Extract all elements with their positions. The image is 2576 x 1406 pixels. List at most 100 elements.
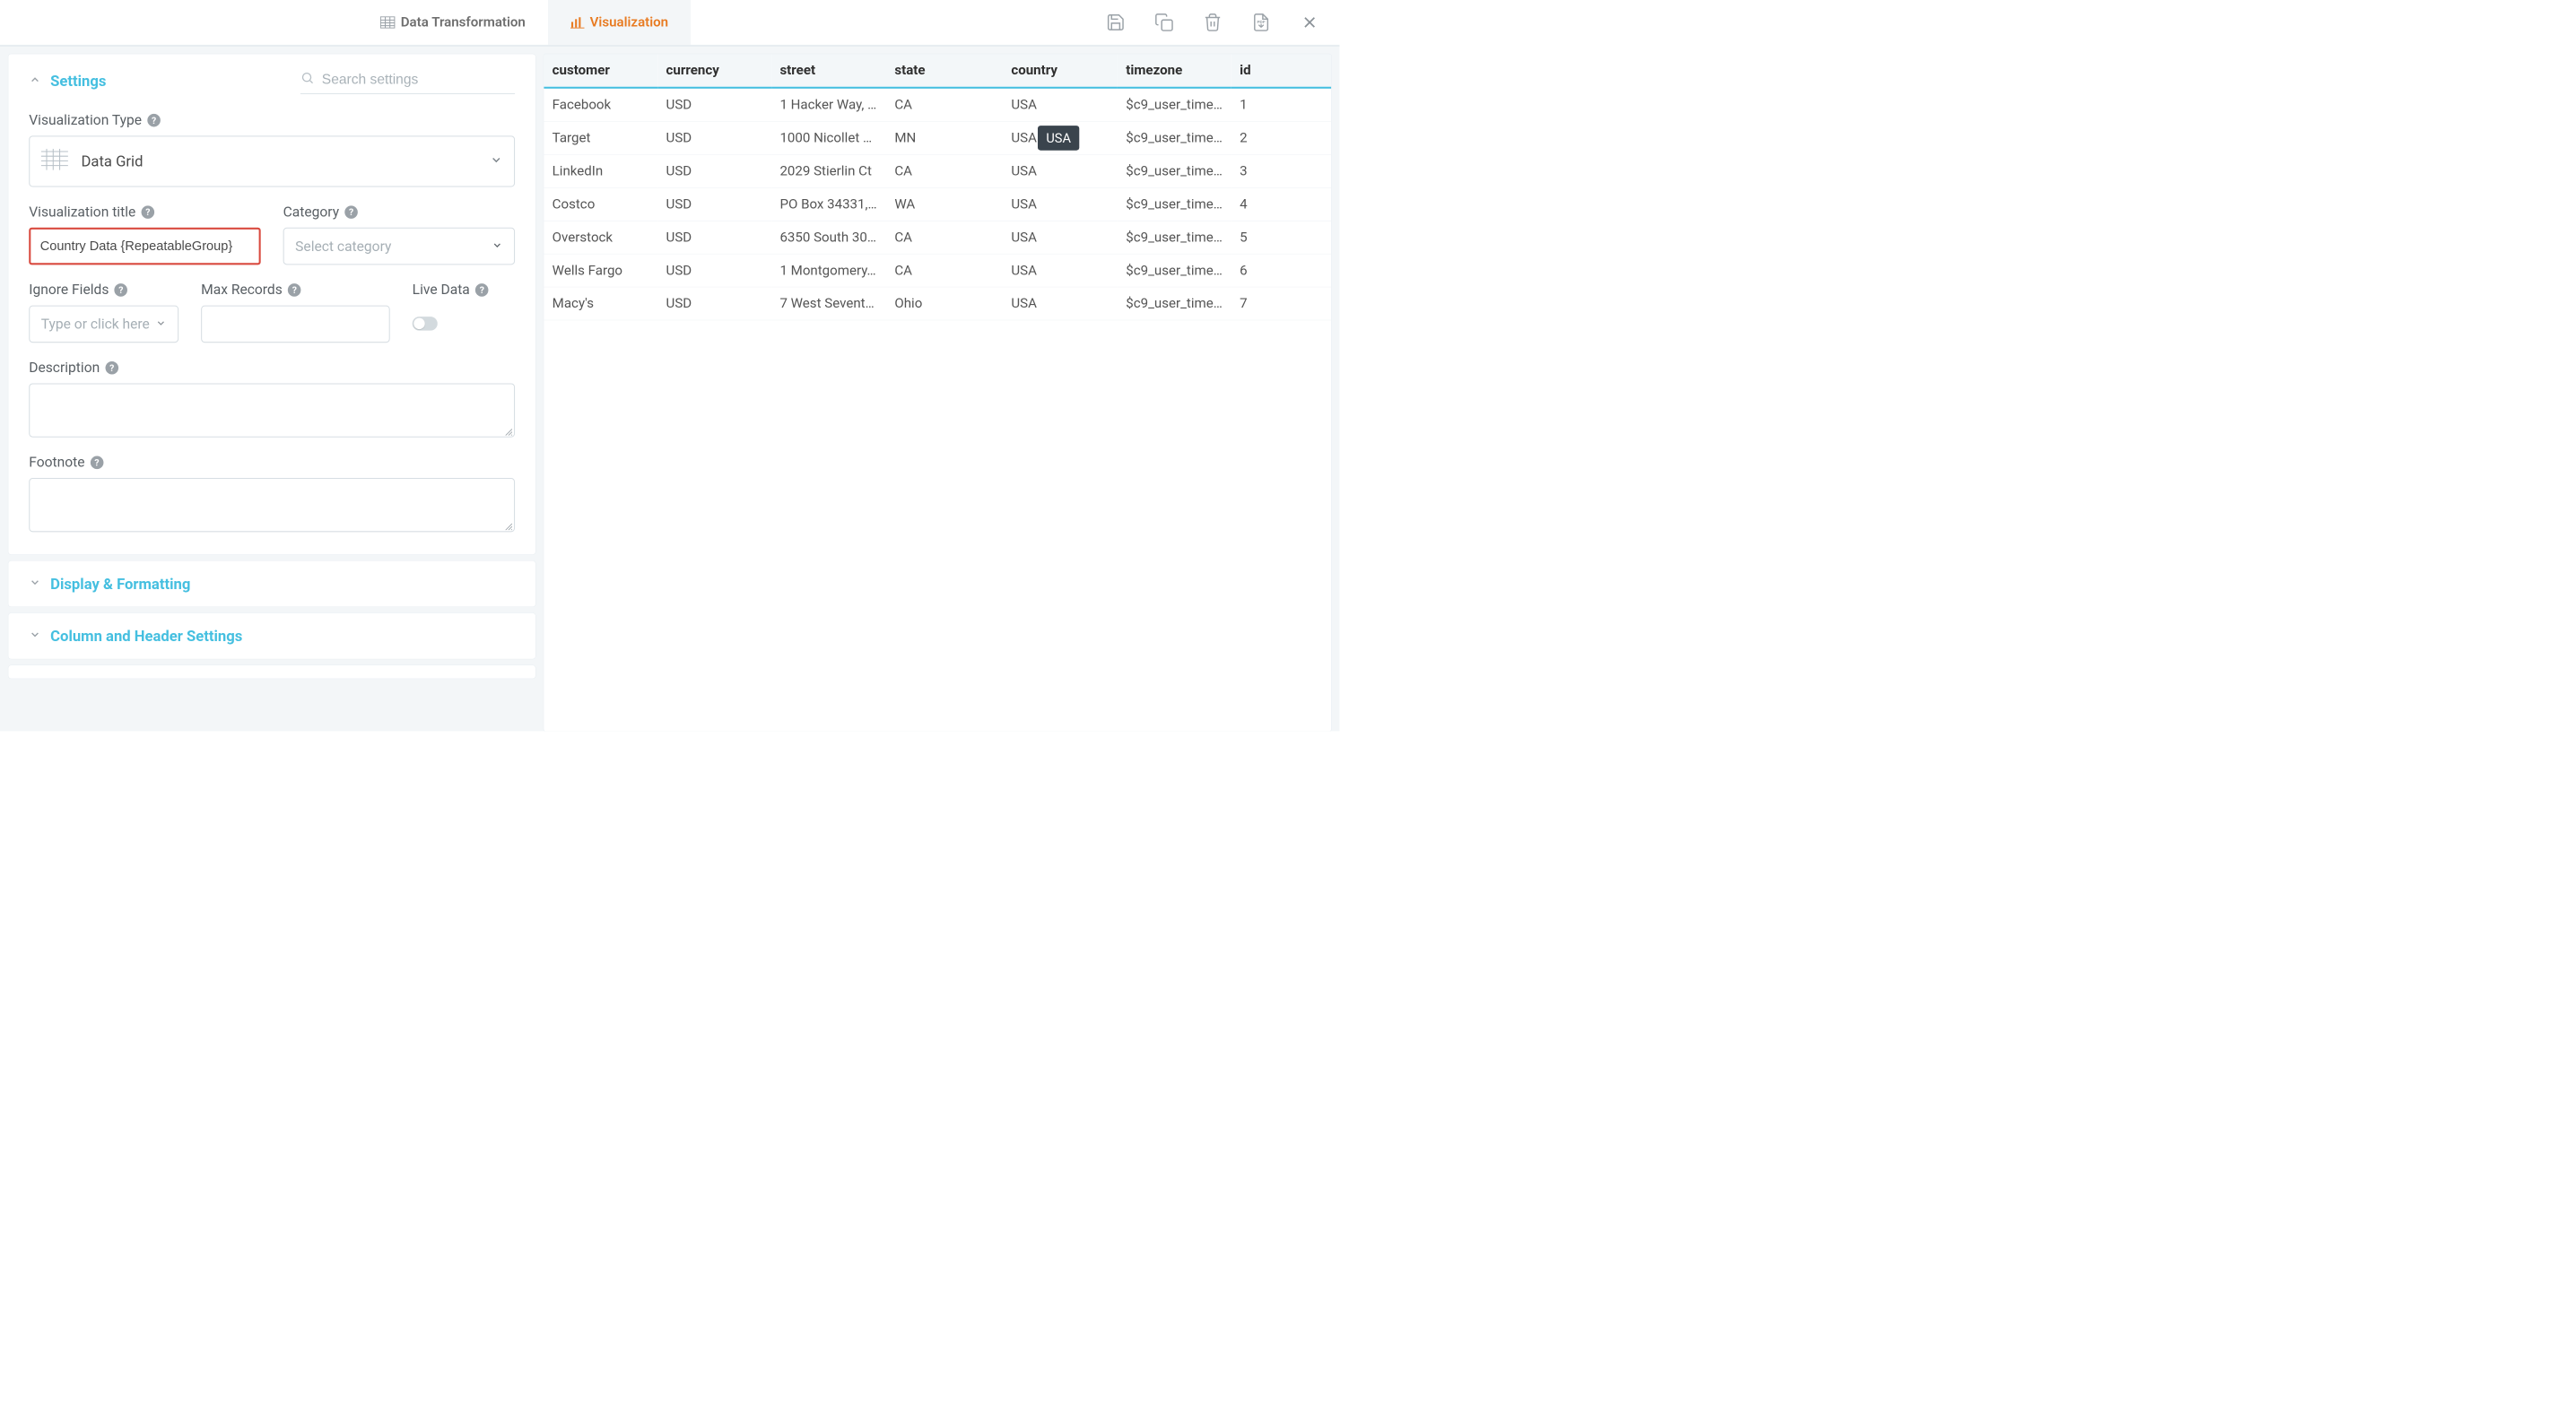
ignore-fields-select[interactable]: Type or click here (29, 306, 178, 343)
cell-state[interactable]: Ohio (886, 287, 1003, 320)
export-pdf-icon[interactable]: PDF (1250, 11, 1273, 33)
cell-state[interactable]: CA (886, 221, 1003, 254)
cell-timezone[interactable]: $c9_user_time… (1118, 187, 1231, 221)
cell-customer[interactable]: Macy's (544, 287, 657, 320)
cell-timezone[interactable]: $c9_user_time… (1118, 121, 1231, 154)
visualization-type-select[interactable]: Data Grid (29, 135, 515, 187)
cell-street[interactable]: 6350 South 30… (771, 221, 886, 254)
settings-search[interactable] (300, 68, 515, 94)
cell-street[interactable]: 1 Montgomery… (771, 254, 886, 287)
toggle-knob (413, 318, 424, 329)
cell-id[interactable]: 4 (1231, 187, 1331, 221)
cell-state[interactable]: CA (886, 88, 1003, 122)
cell-id[interactable]: 7 (1231, 287, 1331, 320)
cell-street[interactable]: 7 West Sevent… (771, 287, 886, 320)
cell-state[interactable]: CA (886, 154, 1003, 187)
cell-country[interactable]: USA (1003, 287, 1118, 320)
svg-text:PDF: PDF (1258, 20, 1266, 24)
cell-id[interactable]: 5 (1231, 221, 1331, 254)
table-row[interactable]: LinkedInUSD2029 Stierlin CtCAUSA$c9_user… (544, 154, 1331, 187)
cell-customer[interactable]: Target (544, 121, 657, 154)
cell-street[interactable]: 1 Hacker Way, … (771, 88, 886, 122)
help-icon[interactable]: ? (147, 114, 161, 127)
cell-currency[interactable]: USD (657, 287, 771, 320)
cell-country[interactable]: USA (1003, 254, 1118, 287)
settings-search-input[interactable] (322, 72, 515, 88)
col-header-state[interactable]: state (886, 54, 1003, 87)
cell-timezone[interactable]: $c9_user_time… (1118, 221, 1231, 254)
help-icon[interactable]: ? (91, 456, 104, 469)
cell-street[interactable]: 2029 Stierlin Ct (771, 154, 886, 187)
description-textarea[interactable] (29, 383, 515, 437)
search-icon (300, 71, 315, 89)
cell-timezone[interactable]: $c9_user_time… (1118, 88, 1231, 122)
help-icon[interactable]: ? (142, 205, 155, 219)
col-header-id[interactable]: id (1231, 54, 1331, 87)
cell-currency[interactable]: USD (657, 221, 771, 254)
cell-country[interactable]: USA (1003, 154, 1118, 187)
cell-state[interactable]: CA (886, 254, 1003, 287)
max-records-input[interactable] (201, 306, 390, 343)
category-select[interactable]: Select category (283, 228, 515, 265)
label-footnote: Footnote ? (29, 454, 515, 470)
cell-timezone[interactable]: $c9_user_time… (1118, 154, 1231, 187)
table-row[interactable]: FacebookUSD1 Hacker Way, …CAUSA$c9_user_… (544, 88, 1331, 122)
cell-timezone[interactable]: $c9_user_time… (1118, 287, 1231, 320)
cell-country[interactable]: USA (1003, 88, 1118, 122)
view-tabs: Data Transformation Visualization (358, 0, 691, 45)
col-header-currency[interactable]: currency (657, 54, 771, 87)
cell-customer[interactable]: Overstock (544, 221, 657, 254)
cell-state[interactable]: WA (886, 187, 1003, 221)
col-header-timezone[interactable]: timezone (1118, 54, 1231, 87)
save-icon[interactable] (1104, 11, 1127, 33)
cell-currency[interactable]: USD (657, 254, 771, 287)
cell-customer[interactable]: Wells Fargo (544, 254, 657, 287)
tab-visualization[interactable]: Visualization (548, 0, 691, 45)
cell-id[interactable]: 3 (1231, 154, 1331, 187)
tab-data-transformation[interactable]: Data Transformation (358, 0, 548, 45)
panel-settings-header[interactable]: Settings (8, 54, 535, 108)
cell-currency[interactable]: USD (657, 121, 771, 154)
cell-country[interactable]: USA (1003, 221, 1118, 254)
cell-street[interactable]: 1000 Nicollet … (771, 121, 886, 154)
col-header-country[interactable]: country (1003, 54, 1118, 87)
help-icon[interactable]: ? (115, 283, 128, 297)
cell-timezone[interactable]: $c9_user_time… (1118, 254, 1231, 287)
close-icon[interactable] (1299, 11, 1321, 33)
cell-id[interactable]: 2 (1231, 121, 1331, 154)
cell-customer[interactable]: Costco (544, 187, 657, 221)
help-icon[interactable]: ? (105, 361, 118, 375)
table-row[interactable]: Macy'sUSD7 West Sevent…OhioUSA$c9_user_t… (544, 287, 1331, 320)
table-row[interactable]: Wells FargoUSD1 Montgomery…CAUSA$c9_user… (544, 254, 1331, 287)
cell-currency[interactable]: USD (657, 88, 771, 122)
help-icon[interactable]: ? (475, 283, 489, 297)
tab-label: Data Transformation (401, 14, 526, 30)
cell-currency[interactable]: USD (657, 187, 771, 221)
cell-state[interactable]: MN (886, 121, 1003, 154)
help-icon[interactable]: ? (288, 283, 301, 297)
cell-country[interactable]: USA (1003, 187, 1118, 221)
trash-icon[interactable] (1202, 11, 1224, 33)
bar-chart-icon (570, 16, 585, 29)
cell-currency[interactable]: USD (657, 154, 771, 187)
live-data-toggle[interactable] (413, 317, 438, 331)
table-row[interactable]: OverstockUSD6350 South 30…CAUSA$c9_user_… (544, 221, 1331, 254)
topbar: Data Transformation Visualization PDF (0, 0, 1339, 47)
help-icon[interactable]: ? (344, 205, 358, 219)
cell-customer[interactable]: Facebook (544, 88, 657, 122)
copy-icon[interactable] (1153, 11, 1175, 33)
visualization-type-value: Data Grid (81, 152, 143, 170)
panel-display-formatting-header[interactable]: Display & Formatting (8, 561, 535, 607)
cell-id[interactable]: 1 (1231, 88, 1331, 122)
cell-id[interactable]: 6 (1231, 254, 1331, 287)
table-row[interactable]: TargetUSD1000 Nicollet …MNUSAUSA$c9_user… (544, 121, 1331, 154)
visualization-title-input[interactable] (29, 228, 260, 265)
cell-street[interactable]: PO Box 34331,… (771, 187, 886, 221)
cell-customer[interactable]: LinkedIn (544, 154, 657, 187)
col-header-customer[interactable]: customer (544, 54, 657, 87)
col-header-street[interactable]: street (771, 54, 886, 87)
cell-country[interactable]: USAUSA (1003, 121, 1118, 154)
panel-column-header-header[interactable]: Column and Header Settings (8, 613, 535, 659)
table-row[interactable]: CostcoUSDPO Box 34331,…WAUSA$c9_user_tim… (544, 187, 1331, 221)
footnote-textarea[interactable] (29, 478, 515, 532)
